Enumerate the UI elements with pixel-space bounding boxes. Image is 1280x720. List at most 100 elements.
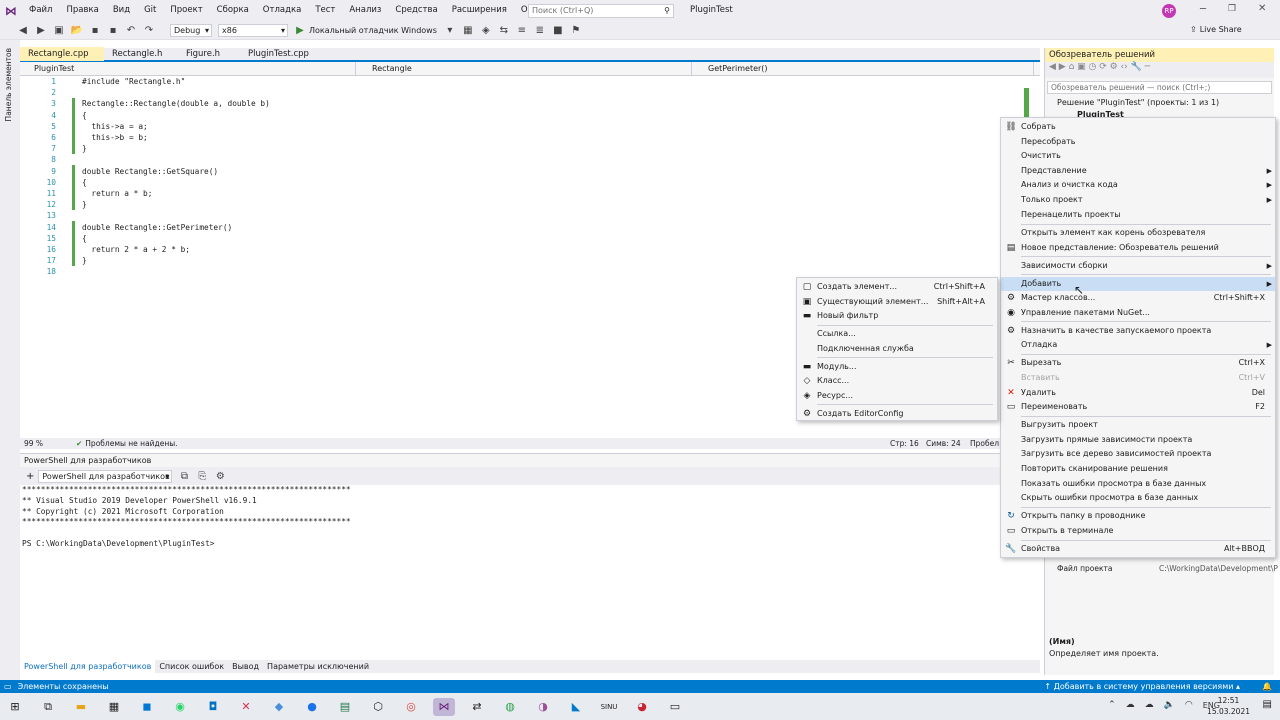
dropdown-arrow-icon[interactable]: ▾	[443, 23, 457, 37]
menu-item-8[interactable]: ▤ Новое представление: Обозреватель решен…	[1001, 241, 1275, 256]
menu-item-18[interactable]: ▭ Переименовать F2	[1001, 400, 1275, 415]
config-select[interactable]: Debug	[170, 23, 212, 37]
gear-icon[interactable]: ⚙	[213, 469, 227, 483]
undo-icon[interactable]: ↶	[124, 23, 138, 37]
tab-rectangle-h[interactable]: Rectangle.h	[104, 47, 178, 61]
menu-item-23[interactable]: Показать ошибки просмотра в базе данных	[1001, 477, 1275, 492]
project-nav-select[interactable]: PluginTest	[20, 62, 356, 76]
menu-item-4[interactable]: Анализ и очистка кода ▶	[1001, 178, 1275, 193]
toolbox-strip[interactable]: Панель элементов	[0, 40, 20, 680]
notifications-icon[interactable]: 🔔	[1262, 680, 1272, 693]
app-icon[interactable]: ▭	[664, 698, 686, 716]
zoom-level[interactable]: 99 %	[20, 438, 60, 449]
notification-center-icon[interactable]: ▤	[1263, 699, 1272, 710]
tab-figure-h[interactable]: Figure.h	[178, 47, 240, 61]
menu-item[interactable]: Git	[137, 0, 163, 21]
menu-item-25[interactable]: ↻ Открыть папку в проводнике	[1001, 509, 1275, 524]
menu-item-4[interactable]: Подключенная служба	[797, 342, 997, 357]
menu-item-3[interactable]: Ссылка...	[797, 327, 997, 342]
menu-item-7[interactable]: Открыть элемент как корень обозревателя	[1001, 226, 1275, 241]
menu-item-6[interactable]: ◇ Класс...	[797, 374, 997, 389]
back-icon[interactable]: ◀	[16, 23, 30, 37]
bottom-tab[interactable]: Вывод	[228, 660, 263, 673]
menu-item-5[interactable]: ▬ Модуль...	[797, 360, 997, 375]
menu-item-2[interactable]: ▬ Новый фильтр	[797, 309, 997, 324]
toolbar-tool-icon[interactable]: ≡	[515, 23, 529, 37]
app-icon[interactable]: ✕	[235, 698, 257, 716]
bottom-tab[interactable]: Параметры исключений	[263, 660, 373, 673]
excel-icon[interactable]: ▤	[334, 698, 356, 716]
copy-icon[interactable]: ⧉	[177, 469, 191, 483]
bookmark-icon[interactable]: ■	[551, 23, 565, 37]
menu-item-20[interactable]: Загрузить прямые зависимости проекта	[1001, 433, 1275, 448]
menu-item-13[interactable]: ⚙ Назначить в качестве запускаемого проек…	[1001, 324, 1275, 339]
menu-item[interactable]: Тест	[308, 0, 342, 21]
menu-item-14[interactable]: Отладка ▶	[1001, 338, 1275, 353]
cloud-icon[interactable]: ☁	[1145, 700, 1154, 710]
close-icon[interactable]: ✕	[1258, 3, 1266, 14]
menu-item[interactable]: Расширения	[445, 0, 514, 21]
minimize-icon[interactable]: ─	[1200, 4, 1206, 15]
menu-item-6[interactable]: Перенацелить проекты	[1001, 208, 1275, 223]
run-icon[interactable]: ▶	[293, 23, 307, 37]
terminal-select[interactable]: PowerShell для разработчиков	[38, 469, 173, 483]
menu-item[interactable]: Правка	[59, 0, 105, 21]
messenger-icon[interactable]: ◼	[136, 698, 158, 716]
menu-item-15[interactable]: ✂ Вырезать Ctrl+X	[1001, 356, 1275, 371]
menu-item-12[interactable]: ◉ Управление пакетами NuGet...	[1001, 306, 1275, 321]
menu-item[interactable]: Проект	[163, 0, 209, 21]
open-icon[interactable]: 📂	[70, 23, 84, 37]
menu-item-27[interactable]: 🔧 Свойства Alt+ВВОД	[1001, 542, 1275, 557]
save-icon[interactable]: ▪	[88, 23, 102, 37]
task-view-icon[interactable]: ⧉	[37, 698, 59, 716]
member-nav-select[interactable]: GetPerimeter()	[694, 62, 1034, 76]
source-control-button[interactable]: ↑ Добавить в систему управления версиями…	[1044, 680, 1240, 693]
redo-icon[interactable]: ↷	[142, 23, 156, 37]
start-icon[interactable]: ⊞	[4, 698, 26, 716]
visual-studio-icon[interactable]: ⋈	[433, 697, 455, 716]
menu-item-21[interactable]: Загрузить все дерево зависимостей проект…	[1001, 447, 1275, 462]
new-project-icon[interactable]: ▣	[52, 23, 66, 37]
menu-item-1[interactable]: ▣ Существующий элемент... Shift+Alt+A	[797, 295, 997, 310]
avatar[interactable]: RP	[1162, 4, 1176, 18]
menu-item-1[interactable]: Пересобрать	[1001, 135, 1275, 150]
network-icon[interactable]: ☁	[1126, 700, 1135, 710]
menu-item-24[interactable]: Скрыть ошибки просмотра в базе данных	[1001, 491, 1275, 506]
tab-rectangle-cpp[interactable]: Rectangle.cpp	[20, 47, 104, 61]
app-icon[interactable]: ◆	[268, 698, 290, 716]
toolbar-tool-icon[interactable]: ≣	[533, 23, 547, 37]
toolbar-tool-icon[interactable]: ⚑	[569, 23, 583, 37]
bottom-tab[interactable]: PowerShell для разработчиков	[20, 660, 156, 673]
app-icon[interactable]: ⇄	[466, 698, 488, 716]
outlook-icon[interactable]: ◘	[202, 698, 224, 716]
search-input[interactable]: Поиск (Ctrl+Q) ⚲	[528, 4, 674, 18]
menu-item-0[interactable]: ▢ Создать элемент... Ctrl+Shift+A	[797, 280, 997, 295]
problems-status[interactable]: Проблемы не найдены.	[85, 438, 177, 449]
app-icon[interactable]: ◑	[532, 698, 554, 716]
3d-icon[interactable]: ⬡	[367, 698, 389, 716]
menu-item-9[interactable]: Зависимости сборки ▶	[1001, 259, 1275, 274]
menu-item-26[interactable]: ▭ Открыть в терминале	[1001, 524, 1275, 539]
menu-item[interactable]: Средства	[388, 0, 444, 21]
solution-search-input[interactable]: Обозреватель решений — поиск (Ctrl+;)	[1047, 81, 1272, 94]
toolbar-tool-icon[interactable]: ▦	[461, 23, 475, 37]
whatsapp-icon[interactable]: ◉	[169, 698, 191, 716]
file-explorer-icon[interactable]: ▬	[70, 698, 92, 716]
terminal-output[interactable]: ****************************************…	[20, 485, 1040, 660]
menu-item[interactable]: Вид	[106, 0, 137, 21]
menu-item-0[interactable]: ⛓ Собрать	[1001, 120, 1275, 135]
maps-icon[interactable]: ●	[301, 698, 323, 716]
menu-item-22[interactable]: Повторить сканирование решения	[1001, 462, 1275, 477]
menu-item[interactable]: Анализ	[342, 0, 388, 21]
maximize-icon[interactable]: ❐	[1228, 4, 1236, 14]
menu-item-7[interactable]: ◈ Ресурс...	[797, 389, 997, 404]
clear-icon[interactable]: ⎘	[195, 469, 209, 483]
solution-root[interactable]: Решение "PluginTest" (проекты: 1 из 1)	[1045, 97, 1274, 109]
platform-select[interactable]: x86	[218, 23, 288, 37]
app-icon[interactable]: ◍	[499, 698, 521, 716]
menu-item-2[interactable]: Очистить	[1001, 149, 1275, 164]
menu-item-10[interactable]: Добавить ▶	[1001, 276, 1275, 292]
app-icon[interactable]: SINU	[598, 698, 620, 716]
menu-item[interactable]: Отладка	[256, 0, 309, 21]
run-button[interactable]: Локальный отладчик Windows	[309, 26, 437, 35]
